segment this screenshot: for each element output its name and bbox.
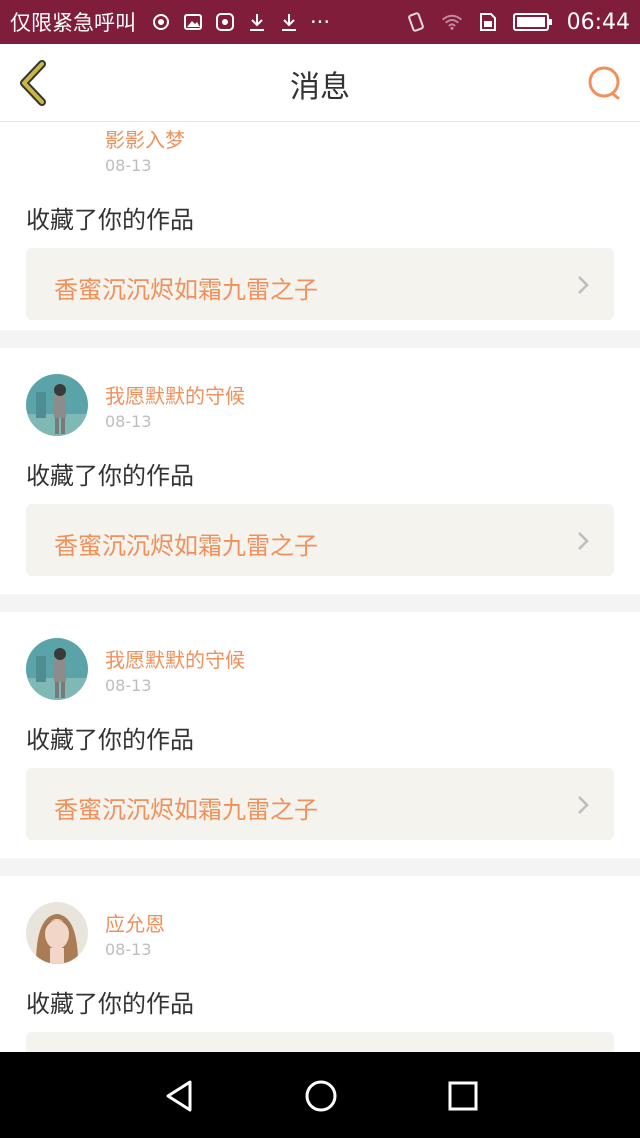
work-title: 香蜜沉沉烬如霜九雷之子 (54, 796, 318, 824)
user-name[interactable]: 我愿默默的守候 (105, 644, 245, 673)
work-link[interactable] (26, 1032, 614, 1052)
clock: 06:44 (566, 9, 630, 35)
action-text: 收藏了你的作品 (26, 990, 194, 1018)
chevron-right-icon (578, 532, 589, 550)
work-link[interactable]: 香蜜沉沉烬如霜九雷之子 (26, 248, 614, 320)
message-date: 08-13 (105, 412, 152, 431)
message-date: 08-13 (105, 940, 152, 959)
download-icon (278, 11, 300, 33)
nav-back-icon (166, 1080, 192, 1112)
image-icon (182, 11, 204, 33)
message-card: 我愿默默的守候 08-13 收藏了你的作品 香蜜沉沉烬如霜九雷之子 (0, 348, 640, 594)
wifi-icon (441, 11, 463, 33)
message-list[interactable]: 影影入梦 08-13 收藏了你的作品 香蜜沉沉烬如霜九雷之子 我愿默默的守候 0… (0, 122, 640, 1052)
carrier-text: 仅限紧急呼叫 (10, 11, 136, 35)
location-icon (150, 11, 172, 33)
user-name[interactable]: 应允恩 (105, 908, 165, 937)
user-name[interactable]: 影影入梦 (105, 124, 185, 153)
action-text: 收藏了你的作品 (26, 462, 194, 490)
avatar[interactable] (26, 638, 88, 700)
search-button[interactable] (586, 64, 624, 102)
status-right: 06:44 (405, 10, 630, 35)
action-text: 收藏了你的作品 (26, 726, 194, 754)
avatar[interactable] (26, 374, 88, 436)
status-left: 仅限紧急呼叫 ··· (10, 7, 330, 37)
search-icon (588, 66, 620, 100)
work-title: 香蜜沉沉烬如霜九雷之子 (54, 276, 318, 304)
chevron-right-icon (578, 276, 589, 294)
page-title: 消息 (290, 70, 350, 105)
action-text: 收藏了你的作品 (26, 206, 194, 234)
avatar[interactable] (26, 902, 88, 964)
work-link[interactable]: 香蜜沉沉烬如霜九雷之子 (26, 768, 614, 840)
status-bar: 仅限紧急呼叫 ··· 06:44 (0, 0, 640, 44)
message-date: 08-13 (105, 676, 152, 695)
nav-recents-button[interactable] (443, 1076, 483, 1116)
notification-icons: ··· (150, 10, 330, 34)
work-title: 香蜜沉沉烬如霜九雷之子 (54, 532, 318, 560)
user-name[interactable]: 我愿默默的守候 (105, 380, 245, 409)
battery-icon (512, 11, 553, 33)
message-date: 08-13 (105, 156, 152, 175)
sim-icon (477, 11, 499, 33)
more-dots-icon: ··· (310, 10, 331, 34)
work-link[interactable]: 香蜜沉沉烬如霜九雷之子 (26, 504, 614, 576)
message-card: 影影入梦 08-13 收藏了你的作品 香蜜沉沉烬如霜九雷之子 (0, 122, 640, 330)
vibrate-icon (405, 11, 427, 33)
nav-back-button[interactable] (160, 1076, 200, 1116)
nav-recents-icon (448, 1081, 478, 1111)
message-card: 应允恩 08-13 收藏了你的作品 (0, 876, 640, 1052)
nav-home-button[interactable] (301, 1076, 341, 1116)
chevron-right-icon (578, 796, 589, 814)
nav-home-icon (305, 1080, 337, 1112)
header: 消息 (0, 44, 640, 122)
message-card: 我愿默默的守候 08-13 收藏了你的作品 香蜜沉沉烬如霜九雷之子 (0, 612, 640, 858)
app-icon (214, 11, 236, 33)
navigation-bar (0, 1052, 640, 1138)
download-icon (246, 11, 268, 33)
